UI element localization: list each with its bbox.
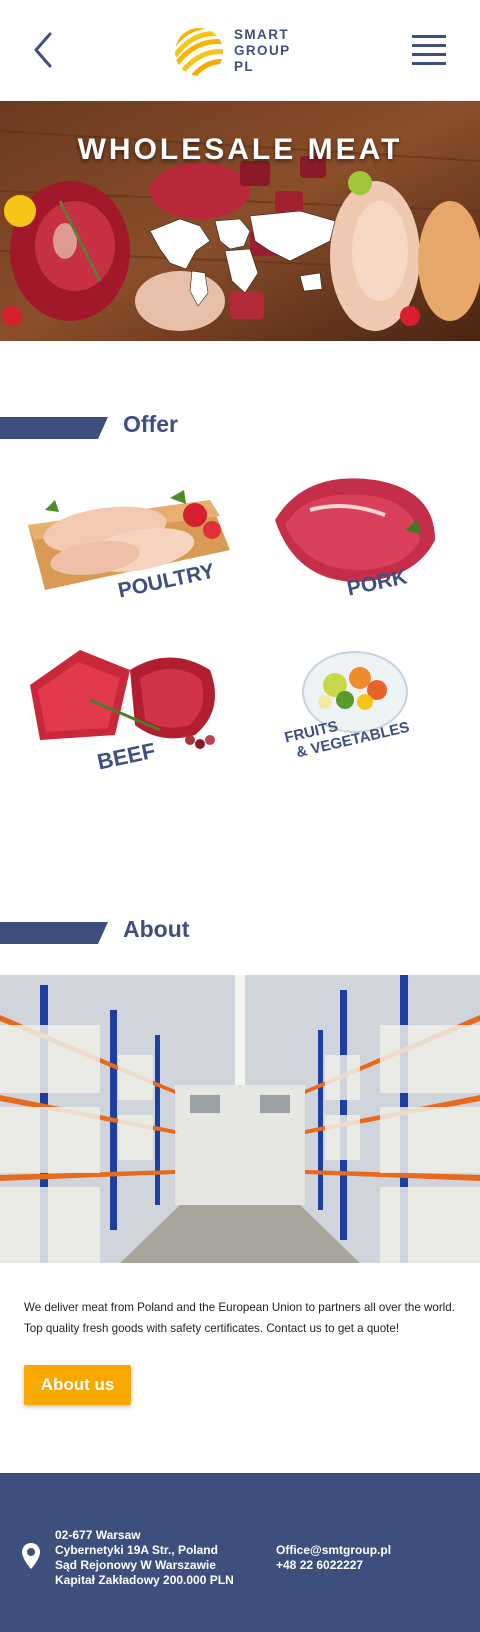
about-us-button[interactable]: About us [24,1365,131,1405]
footer-address: 02-677 Warsaw Cybernetyki 19A Str., Pola… [55,1528,234,1588]
logo-line-pl: PL [234,59,255,74]
address-line-street: Cybernetyki 19A Str., Poland [55,1543,218,1557]
about-section-header: About [0,916,480,946]
offer-pork[interactable]: PORK [265,470,475,620]
location-pin-icon [22,1543,40,1569]
about-title: About [123,916,190,942]
header: SMART GROUP PL [0,0,480,101]
offer-section-header: Offer [0,411,480,441]
email-link[interactable]: Office@smtgroup.pl [276,1543,391,1558]
section-bar-decoration [0,922,108,944]
logo-text: SMART GROUP PL [234,27,291,75]
phone-link[interactable]: +48 22 6022227 [276,1558,391,1573]
offer-fruits-vegetables[interactable]: FRUITS & VEGETABLES [265,640,475,790]
logo[interactable]: SMART GROUP PL [173,26,303,78]
hamburger-menu-icon[interactable] [410,32,448,68]
warehouse-image [0,975,480,1263]
address-line-capital: Kapitał Zakładowy 200.000 PLN [55,1573,234,1587]
section-bar-decoration [0,417,108,439]
about-description: We deliver meat from Poland and the Euro… [24,1301,455,1335]
logo-line-group: GROUP [234,43,291,58]
logo-line-smart: SMART [234,27,289,42]
address-line-court: Sąd Rejonowy W Warszawie [55,1558,216,1572]
offer-poultry[interactable]: POULTRY [20,470,230,620]
footer: 02-677 Warsaw Cybernetyki 19A Str., Pola… [0,1473,480,1632]
logo-mark-icon [175,28,223,76]
hero-banner: WHOLESALE MEAT [0,101,480,341]
offer-title: Offer [123,411,178,437]
back-arrow-icon[interactable] [28,30,60,70]
beef-image [30,650,215,749]
offer-beef[interactable]: BEEF [20,640,230,790]
footer-contact: Office@smtgroup.pl +48 22 6022227 [276,1543,391,1573]
hero-title: WHOLESALE MEAT [77,133,403,166]
address-line-city: 02-677 Warsaw [55,1528,141,1542]
